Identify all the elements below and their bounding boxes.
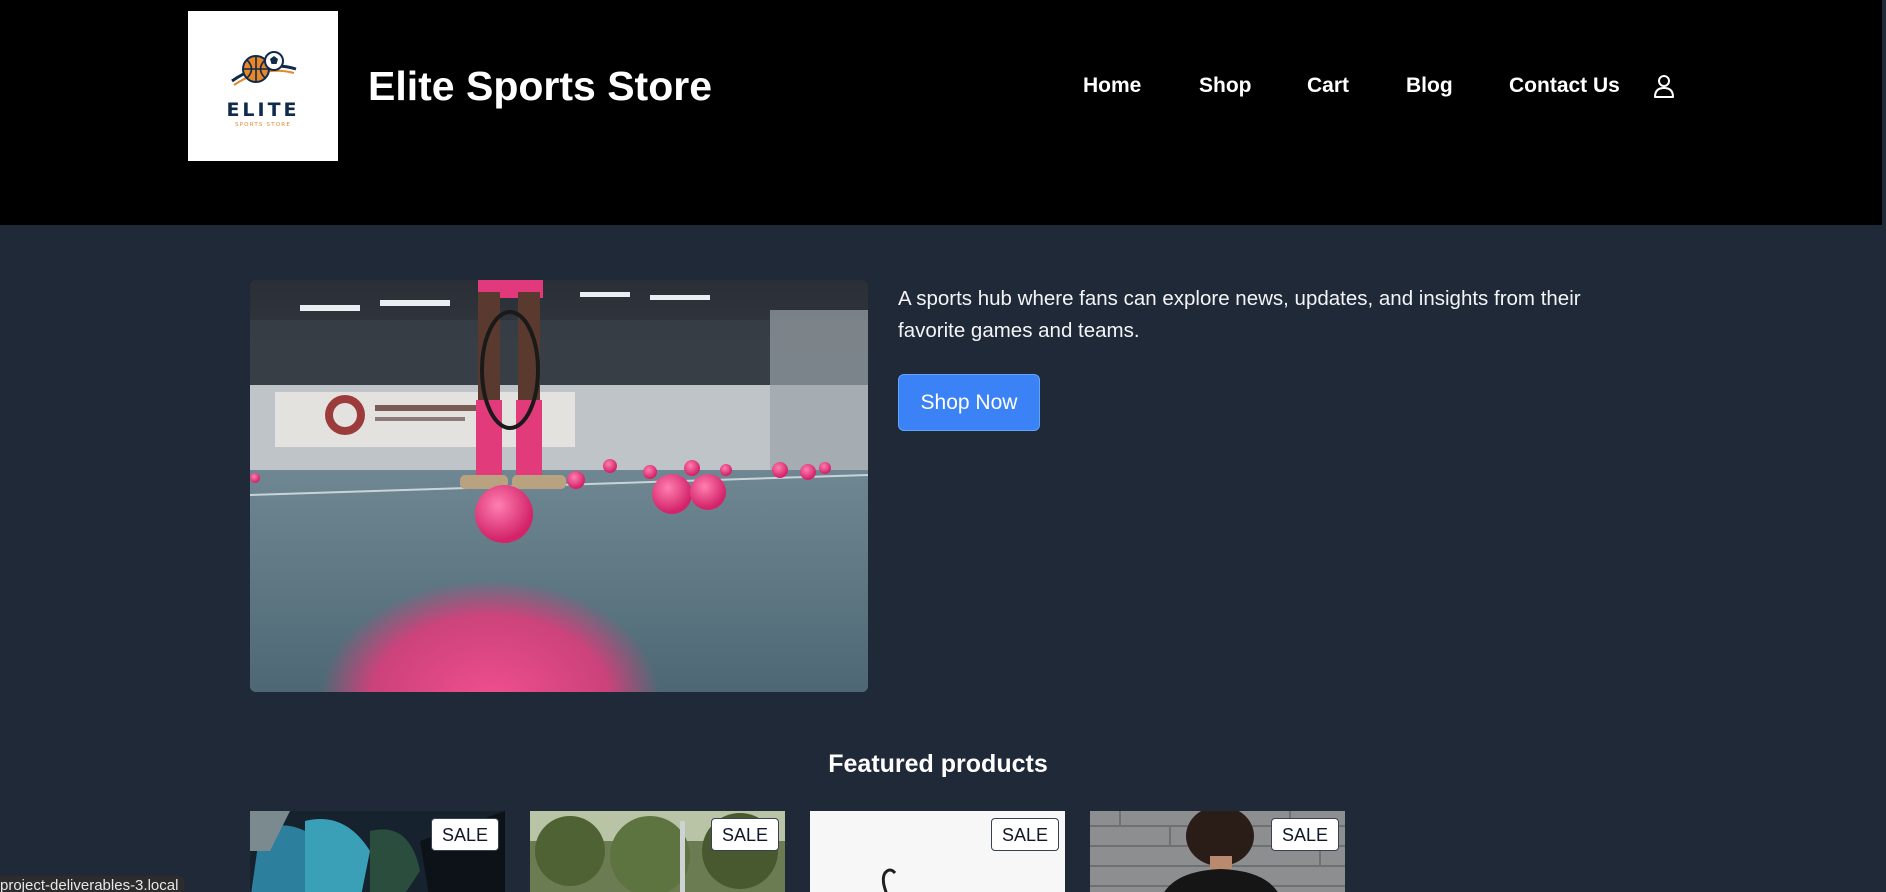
store-logo[interactable]: ELITE SPORTS STORE [188,11,338,161]
nav-cart[interactable]: Cart [1307,74,1349,98]
sale-badge: SALE [710,818,779,851]
product-card[interactable]: SALE [530,811,785,892]
product-card[interactable]: SALE [250,811,505,892]
page: ELITE SPORTS STORE Elite Sports Store Ho… [0,0,1886,892]
browser-status-url: project-deliverables-3.local [0,876,185,892]
nav-blog[interactable]: Blog [1406,74,1453,98]
product-card[interactable]: SALE [1090,811,1345,892]
sale-badge: SALE [990,818,1059,851]
hero-description: A sports hub where fans can explore news… [898,287,1581,342]
scrollbar-edge [1882,0,1884,225]
logo-subtitle: SPORTS STORE [234,121,292,128]
featured-products-title: Featured products [828,750,1048,778]
nav-shop[interactable]: Shop [1199,74,1252,98]
user-icon[interactable] [1652,73,1676,99]
nav-contact-us[interactable]: Contact Us [1509,74,1620,98]
hero-image [250,280,868,692]
site-title[interactable]: Elite Sports Store [368,63,712,110]
logo-wordmark: ELITE [226,98,300,121]
sale-badge: SALE [430,818,499,851]
sale-badge: SALE [1270,818,1339,851]
site-header: ELITE SPORTS STORE Elite Sports Store Ho… [0,0,1884,225]
shop-now-button[interactable]: Shop Now [898,374,1040,431]
sports-balls-icon [231,50,297,86]
nav-home[interactable]: Home [1083,74,1141,98]
product-card[interactable]: SALE [810,811,1065,892]
